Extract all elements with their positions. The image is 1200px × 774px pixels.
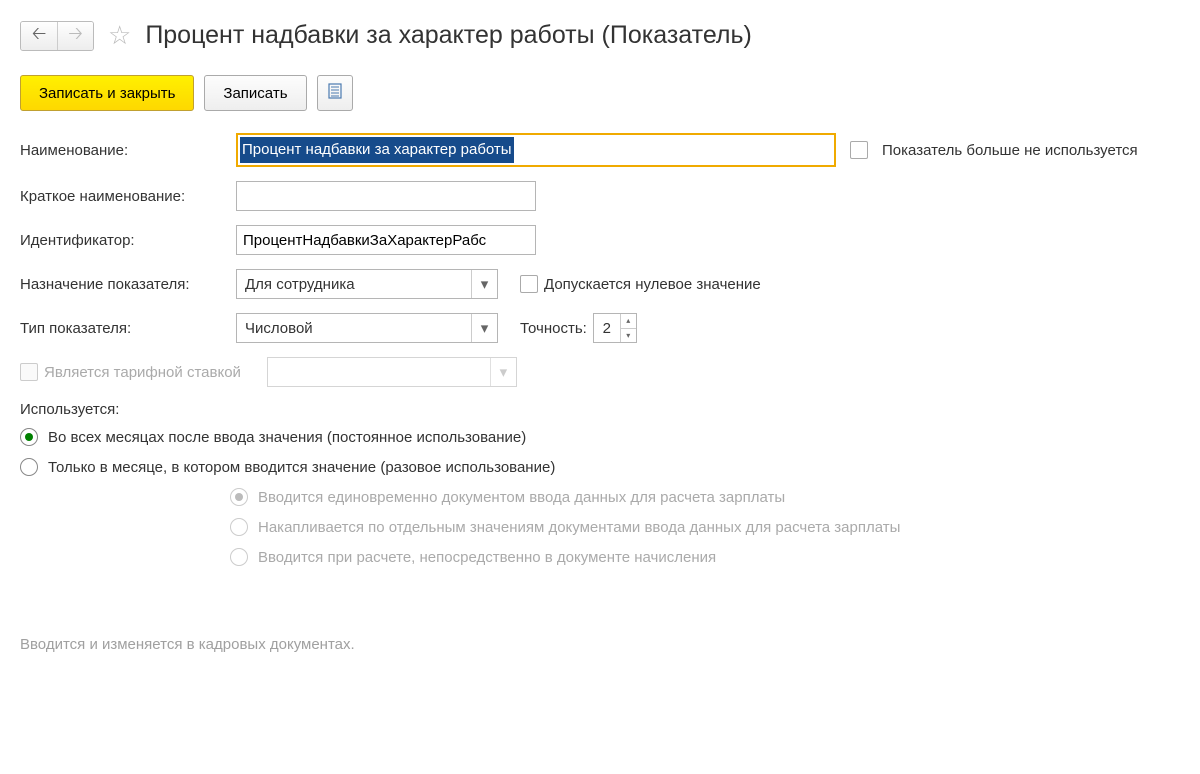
is-tariff-checkbox (20, 363, 38, 381)
precision-down[interactable]: ▾ (621, 329, 636, 343)
precision-value: 2 (594, 314, 620, 342)
sub-option-2: Накапливается по отдельным значениям док… (230, 518, 1180, 536)
list-button[interactable] (317, 75, 353, 111)
tariff-value (268, 358, 490, 386)
label-precision: Точность: (520, 320, 587, 337)
row-type: Тип показателя: Числовой ▾ Точность: 2 ▴… (20, 313, 1180, 343)
label-type: Тип показателя: (20, 320, 230, 337)
chevron-down-icon: ▾ (481, 275, 489, 293)
purpose-select[interactable]: Для сотрудника ▾ (236, 269, 498, 299)
purpose-value: Для сотрудника (237, 270, 471, 298)
usage-permanent-option[interactable]: Во всех месяцах после ввода значения (по… (20, 428, 1180, 446)
sub-label-1: Вводится единовременно документом ввода … (258, 489, 785, 506)
name-input[interactable]: Процент надбавки за характер работы (236, 133, 836, 167)
usage-section: Используется: Во всех месяцах после ввод… (20, 401, 1180, 566)
tariff-select: ▾ (267, 357, 517, 387)
usage-permanent-radio[interactable] (20, 428, 38, 446)
type-select[interactable]: Числовой ▾ (236, 313, 498, 343)
sub-label-3: Вводится при расчете, непосредственно в … (258, 549, 716, 566)
label-not-used: Показатель больше не используется (882, 142, 1138, 159)
toolbar: Записать и закрыть Записать (20, 75, 1180, 111)
form: Наименование: Процент надбавки за характ… (20, 133, 1180, 566)
sub-label-2: Накапливается по отдельным значениям док… (258, 519, 900, 536)
save-and-close-button[interactable]: Записать и закрыть (20, 75, 194, 111)
allow-zero-checkbox[interactable] (520, 275, 538, 293)
chevron-down-icon: ▾ (500, 363, 508, 381)
star-icon[interactable]: ☆ (108, 20, 131, 51)
usage-single-radio[interactable] (20, 458, 38, 476)
label-short-name: Краткое наименование: (20, 188, 230, 205)
type-value: Числовой (237, 314, 471, 342)
row-tariff: Является тарифной ставкой ▾ (20, 357, 1180, 387)
row-name: Наименование: Процент надбавки за характ… (20, 133, 1180, 167)
precision-spinner[interactable]: 2 ▴ ▾ (593, 313, 637, 343)
sub-option-3: Вводится при расчете, непосредственно в … (230, 548, 1180, 566)
sub-option-1: Вводится единовременно документом ввода … (230, 488, 1180, 506)
label-usage: Используется: (20, 401, 1180, 418)
label-identifier: Идентификатор: (20, 232, 230, 249)
usage-single-label: Только в месяце, в котором вводится знач… (48, 459, 555, 476)
page-title: Процент надбавки за характер работы (Пок… (145, 21, 752, 50)
chevron-down-icon: ▾ (481, 319, 489, 337)
nav-buttons: 🡠 🡢 (20, 21, 94, 51)
name-input-selected-text: Процент надбавки за характер работы (240, 137, 514, 163)
sub-radio-1 (230, 488, 248, 506)
usage-single-option[interactable]: Только в месяце, в котором вводится знач… (20, 458, 1180, 476)
row-purpose: Назначение показателя: Для сотрудника ▾ … (20, 269, 1180, 299)
row-identifier: Идентификатор: (20, 225, 1180, 255)
precision-up[interactable]: ▴ (621, 314, 636, 329)
short-name-input[interactable] (236, 181, 536, 211)
label-allow-zero: Допускается нулевое значение (544, 276, 761, 293)
identifier-input[interactable] (236, 225, 536, 255)
arrow-left-icon: 🡠 (32, 21, 47, 51)
label-purpose: Назначение показателя: (20, 276, 230, 293)
footer-note: Вводится и изменяется в кадровых докумен… (20, 636, 1180, 653)
caret-up-icon: ▴ (626, 316, 630, 325)
list-icon (326, 82, 344, 104)
name-input-field[interactable] (514, 137, 832, 163)
caret-down-icon: ▾ (626, 331, 630, 340)
usage-permanent-label: Во всех месяцах после ввода значения (по… (48, 429, 526, 446)
sub-radio-3 (230, 548, 248, 566)
forward-button[interactable]: 🡢 (57, 22, 93, 50)
arrow-right-icon: 🡢 (68, 21, 83, 51)
header: 🡠 🡢 ☆ Процент надбавки за характер работ… (20, 20, 1180, 51)
row-short-name: Краткое наименование: (20, 181, 1180, 211)
save-button[interactable]: Записать (204, 75, 306, 111)
purpose-dropdown-button[interactable]: ▾ (471, 270, 497, 298)
type-dropdown-button[interactable]: ▾ (471, 314, 497, 342)
sub-radio-2 (230, 518, 248, 536)
label-is-tariff: Является тарифной ставкой (44, 364, 241, 381)
tariff-dropdown-button: ▾ (490, 358, 516, 386)
label-name: Наименование: (20, 142, 230, 159)
not-used-checkbox[interactable] (850, 141, 868, 159)
back-button[interactable]: 🡠 (21, 22, 57, 50)
